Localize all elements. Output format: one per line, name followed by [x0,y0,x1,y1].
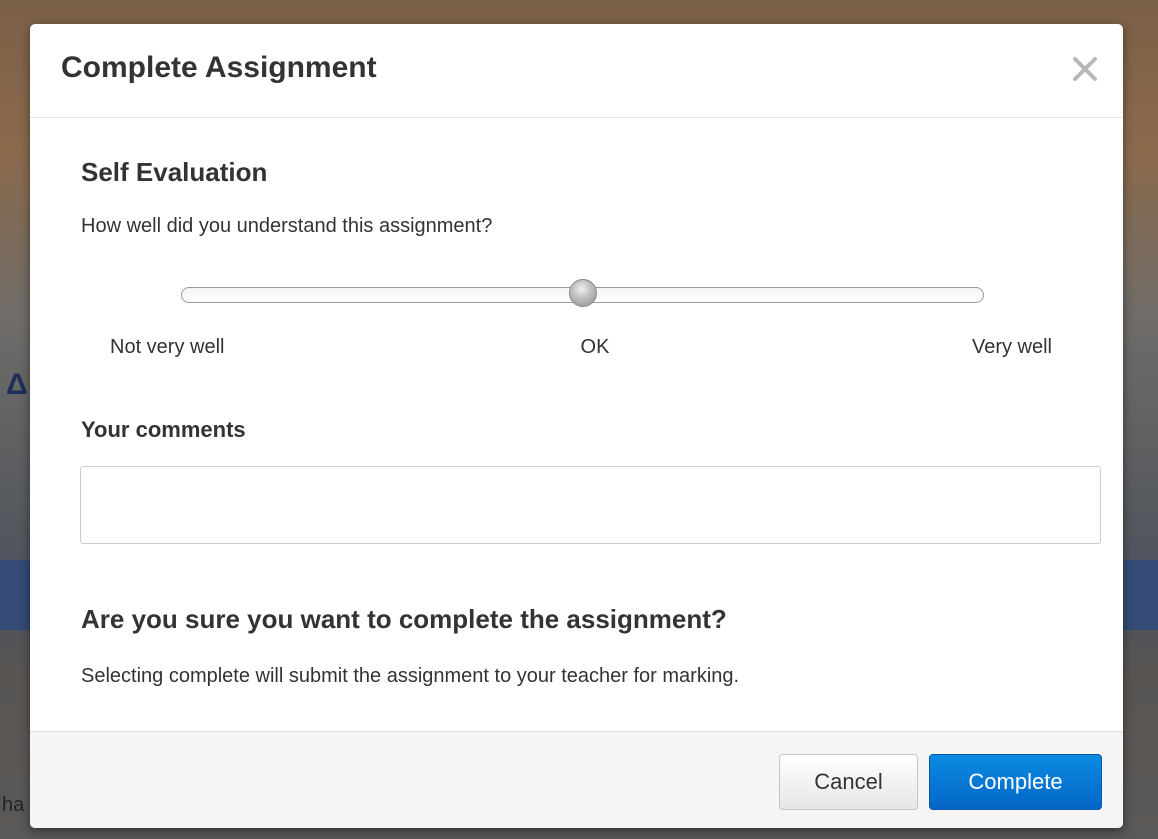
slider-handle[interactable] [568,279,597,307]
comments-input[interactable] [80,466,1101,544]
understanding-question: How well did you understand this assignm… [81,215,493,237]
self-evaluation-heading: Self Evaluation [81,157,268,187]
modal-title: Complete Assignment [61,51,377,84]
modal-header: Complete Assignment [30,24,1123,118]
complete-assignment-modal: Complete Assignment Self Evaluation How … [30,24,1123,828]
understanding-slider[interactable] [181,279,984,307]
slider-mid-label: OK [580,336,610,358]
confirm-description: Selecting complete will submit the assig… [81,665,740,687]
slider-max-label: Very well [971,336,1052,358]
close-icon[interactable] [1068,52,1102,86]
backdrop-glyph: Δ [6,368,28,401]
slider-min-label: Not very well [110,336,225,358]
modal-footer: Cancel Complete [30,731,1123,828]
comments-heading: Your comments [81,417,246,442]
backdrop-partial-text: ha [2,794,25,816]
complete-button[interactable]: Complete [929,754,1102,810]
confirm-heading: Are you sure you want to complete the as… [81,604,727,634]
cancel-button[interactable]: Cancel [779,754,918,810]
